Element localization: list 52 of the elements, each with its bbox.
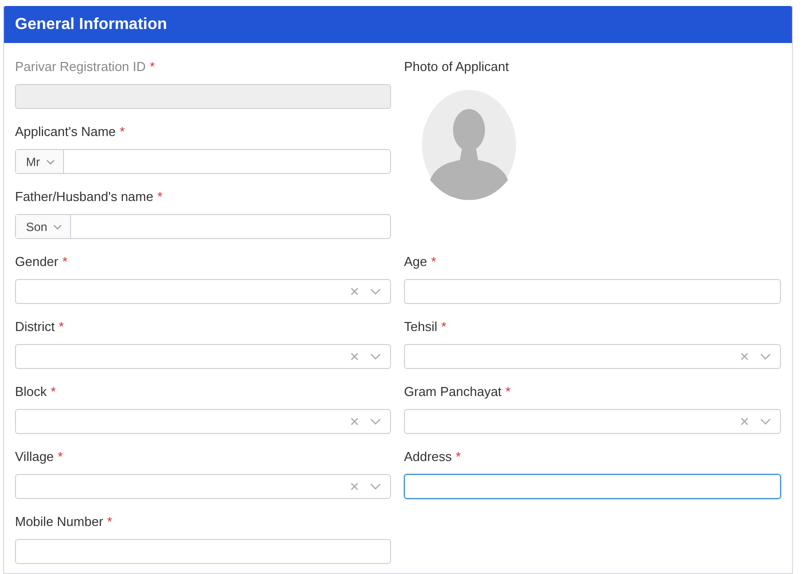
- field-label: Gram Panchayat: [404, 384, 502, 399]
- required-mark: *: [107, 514, 112, 529]
- field-label: Parivar Registration ID: [15, 59, 146, 74]
- required-mark: *: [157, 189, 162, 204]
- required-mark: *: [58, 319, 64, 334]
- select-field[interactable]: [15, 474, 391, 499]
- field-label: Age: [404, 254, 428, 269]
- chevron-down-icon[interactable]: [370, 483, 381, 490]
- avatar-icon: [422, 90, 516, 200]
- field-label: Photo of Applicant: [404, 59, 509, 74]
- required-mark: *: [506, 384, 511, 399]
- chevron-down-icon[interactable]: [370, 418, 381, 425]
- clear-icon[interactable]: [740, 352, 749, 361]
- required-mark: *: [120, 124, 125, 139]
- input-field[interactable]: Mr: [15, 149, 391, 174]
- select-field[interactable]: [404, 344, 781, 369]
- clear-icon[interactable]: [350, 417, 359, 426]
- input-field[interactable]: Son: [15, 214, 391, 239]
- required-mark: *: [431, 254, 436, 269]
- field-label: Village: [15, 449, 54, 464]
- title-select[interactable]: Son: [16, 215, 72, 238]
- chevron-down-icon[interactable]: [46, 158, 55, 164]
- required-mark: *: [456, 449, 461, 464]
- field-label: Father/Husband's name: [15, 189, 154, 204]
- field-label: Tehsil: [404, 319, 438, 334]
- clear-icon[interactable]: [350, 287, 359, 296]
- required-mark: *: [62, 254, 68, 269]
- chevron-down-icon[interactable]: [370, 288, 381, 295]
- clear-icon[interactable]: [350, 482, 359, 491]
- title-select[interactable]: Mr: [16, 150, 64, 173]
- select-field[interactable]: [404, 409, 781, 434]
- chevron-down-icon[interactable]: [53, 224, 62, 230]
- field-label: Gender: [15, 254, 58, 269]
- clear-icon[interactable]: [740, 417, 749, 426]
- chevron-down-icon[interactable]: [370, 353, 381, 360]
- field-label: Applicant's Name: [15, 124, 116, 139]
- select-field[interactable]: [15, 344, 391, 369]
- required-mark: *: [58, 449, 63, 464]
- field-label: Mobile Number: [15, 514, 104, 529]
- select-field[interactable]: [15, 279, 391, 304]
- panel-title: General Information: [15, 16, 168, 34]
- select-field[interactable]: [15, 409, 391, 434]
- clear-icon[interactable]: [350, 352, 359, 361]
- field-label: Block: [15, 384, 47, 399]
- chevron-down-icon[interactable]: [760, 418, 771, 425]
- input-field[interactable]: [404, 474, 781, 499]
- required-mark: *: [50, 384, 56, 399]
- chevron-down-icon[interactable]: [760, 353, 771, 360]
- required-mark: *: [441, 319, 446, 334]
- field-label: District: [15, 319, 55, 334]
- field-label: Address: [404, 449, 452, 464]
- required-mark: *: [150, 59, 155, 74]
